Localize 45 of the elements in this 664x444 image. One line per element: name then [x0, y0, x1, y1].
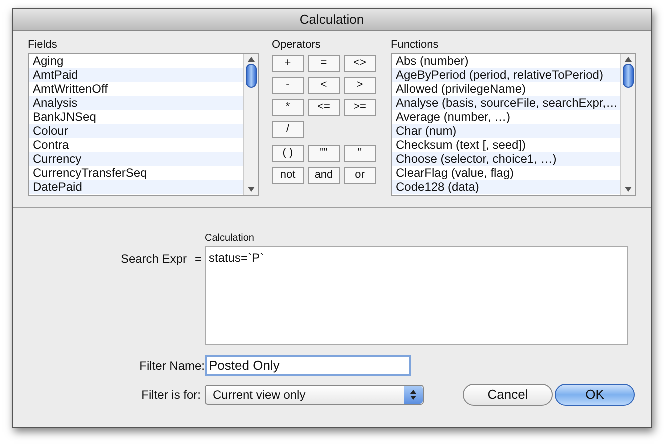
operator-button[interactable]: not: [272, 167, 304, 184]
expression-field[interactable]: status=`P`: [205, 246, 628, 345]
scroll-thumb[interactable]: [622, 64, 634, 88]
list-item[interactable]: Analysis: [29, 96, 243, 110]
list-item[interactable]: Colour: [29, 124, 243, 138]
operator-button[interactable]: =: [308, 55, 340, 72]
operator-button[interactable]: or: [344, 167, 376, 184]
dialog-button[interactable]: Cancel: [463, 384, 553, 406]
field-caption: Calculation: [205, 232, 256, 246]
field-label: Search Expr: [120, 251, 187, 268]
scrollbar[interactable]: [243, 54, 258, 195]
operator-button[interactable]: *: [272, 99, 304, 116]
list-item[interactable]: Code128 (data): [392, 180, 620, 194]
operator-button[interactable]: ( ): [272, 145, 304, 162]
list-item[interactable]: DatePaid: [29, 180, 243, 194]
window-title: Calculation: [300, 10, 364, 29]
section-label: Operators: [272, 38, 322, 53]
operator-button[interactable]: +: [272, 55, 304, 72]
operator-button[interactable]: >: [344, 77, 376, 94]
default-button[interactable]: OK: [555, 384, 635, 406]
list-item[interactable]: AmtPaid: [29, 68, 243, 82]
operator-button[interactable]: <: [308, 77, 340, 94]
list-item[interactable]: Analyse (basis, sourceFile, searchExpr,…: [392, 96, 620, 110]
stepper-arrows-icon: [410, 389, 417, 401]
operator-button[interactable]: -: [272, 77, 304, 94]
section-label: Functions: [391, 38, 440, 53]
list-item[interactable]: Char (num): [392, 124, 620, 138]
operator-button[interactable]: and: [308, 167, 340, 184]
operator-button[interactable]: "": [308, 145, 340, 162]
operator-button[interactable]: <=: [308, 99, 340, 116]
scroll-thumb[interactable]: [246, 64, 256, 88]
equals-sign: =: [194, 251, 202, 268]
list-item[interactable]: AgeByPeriod (period, relativeToPeriod): [392, 68, 620, 82]
filter-name-field[interactable]: Posted Only: [205, 355, 411, 376]
filter-for-dropdown[interactable]: Current view only: [205, 385, 424, 405]
list-item[interactable]: Choose (selector, choice1, …): [392, 152, 620, 166]
operator-button[interactable]: '': [344, 145, 376, 162]
field-label: Filter is for:: [142, 387, 201, 404]
operator-button[interactable]: >=: [344, 99, 376, 116]
list-item[interactable]: Currency: [29, 152, 243, 166]
operator-button[interactable]: <>: [344, 55, 376, 72]
operator-button[interactable]: /: [272, 121, 304, 138]
section-label: Fields: [28, 38, 58, 53]
field-label: Filter Name:: [140, 358, 205, 374]
scrollbar[interactable]: [620, 54, 635, 195]
